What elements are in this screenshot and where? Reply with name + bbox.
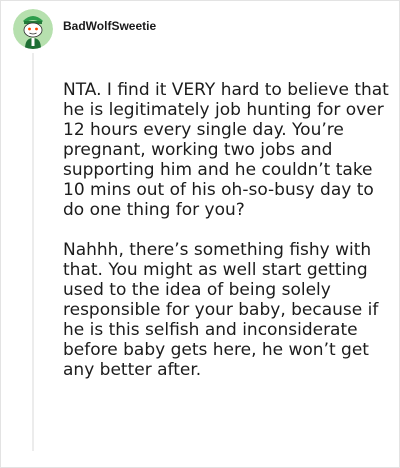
username-link[interactable]: BadWolfSweetie: [63, 19, 156, 33]
snoo-avatar-icon: [13, 9, 53, 49]
comment-paragraph-2: Nahhh, there’s something fishy with that…: [63, 240, 379, 380]
comment-paragraph-1: NTA. I find it VERY hard to believe that…: [63, 80, 389, 220]
thread-collapse-line[interactable]: [32, 53, 34, 451]
comment-card: BadWolfSweetie NTA. I find it VERY hard …: [0, 0, 400, 468]
comment-body: NTA. I find it VERY hard to believe that…: [63, 80, 395, 400]
avatar[interactable]: [13, 9, 53, 49]
comment-header: BadWolfSweetie: [13, 9, 156, 49]
